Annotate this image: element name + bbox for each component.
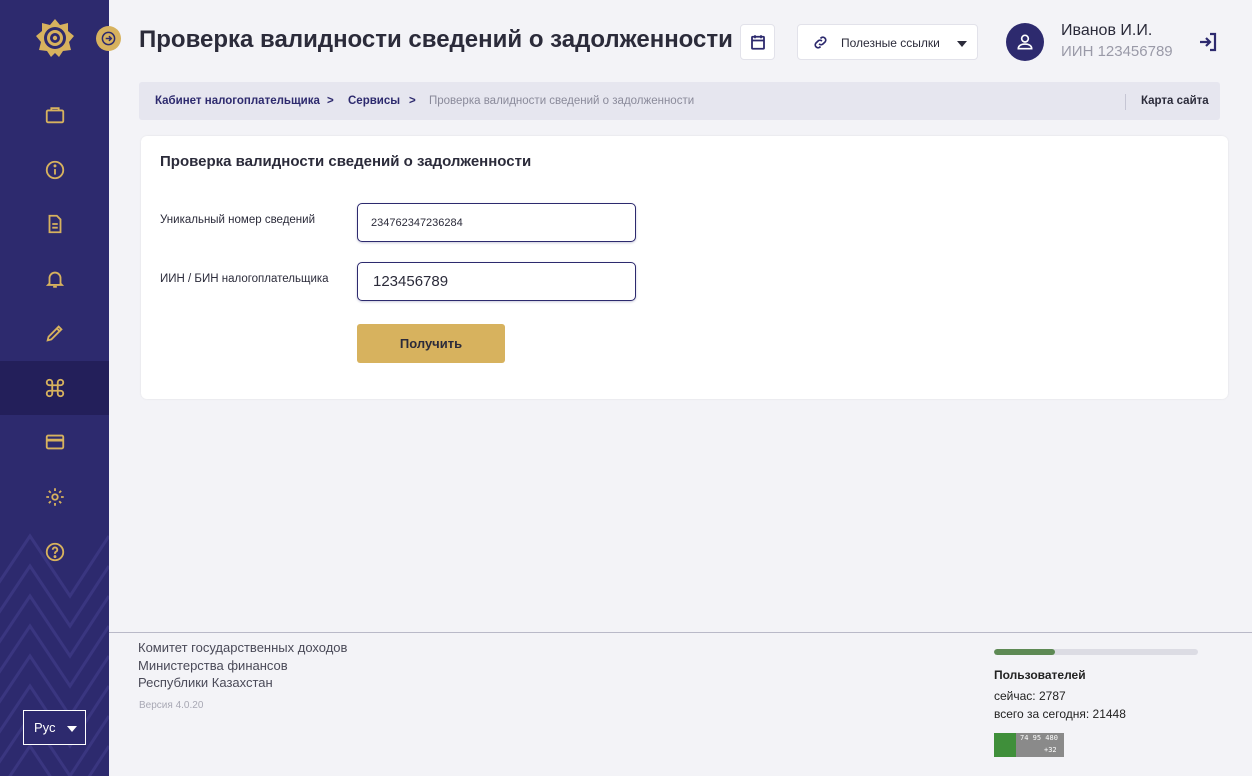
card-icon	[45, 434, 64, 450]
visitor-counter-badge[interactable]: 74 95 480 +32	[994, 733, 1064, 757]
chevron-down-icon	[957, 41, 967, 47]
footer-org-line: Республики Казахстан	[138, 675, 273, 690]
logout-icon	[1200, 32, 1217, 52]
sidebar: Рус	[0, 0, 109, 776]
unique-number-input[interactable]	[357, 203, 636, 242]
breadcrumb-item-current: Проверка валидности сведений о задолженн…	[429, 95, 695, 107]
page-title: Проверка валидности сведений о задолженн…	[139, 26, 733, 53]
help-icon	[45, 542, 64, 562]
sidebar-item-cabinet[interactable]	[0, 88, 109, 142]
sidebar-item-notifications[interactable]	[0, 252, 109, 306]
briefcase-icon	[45, 107, 64, 124]
breadcrumb-separator: >	[327, 95, 334, 107]
users-progress-bar	[994, 649, 1198, 655]
users-progress-fill	[994, 649, 1056, 655]
counter-logo-icon	[994, 733, 1016, 757]
users-today: всего за сегодня: 21448	[994, 707, 1126, 721]
unique-number-label: Уникальный номер сведений	[160, 214, 315, 226]
card-title: Проверка валидности сведений о задолженн…	[160, 153, 532, 170]
sidebar-item-services[interactable]	[0, 361, 109, 415]
breadcrumb-divider	[1125, 94, 1126, 110]
emblem-logo	[36, 19, 74, 57]
users-title: Пользователей	[994, 668, 1086, 682]
iin-input[interactable]	[357, 262, 636, 301]
breadcrumb: Кабинет налогоплательщика > Сервисы > Пр…	[139, 82, 1220, 120]
calendar-button[interactable]	[740, 24, 775, 60]
arrow-right-circle-icon	[101, 31, 116, 46]
counter-line: 74 95 480	[1020, 734, 1058, 742]
logout-button[interactable]	[1196, 30, 1220, 54]
chevron-down-icon	[67, 726, 77, 732]
footer-org-line: Комитет государственных доходов	[138, 640, 348, 655]
gear-icon	[45, 488, 64, 506]
calendar-icon	[750, 35, 765, 50]
iin-label: ИИН / БИН налогоплательщика	[160, 273, 329, 285]
sitemap-link[interactable]: Карта сайта	[1141, 95, 1209, 107]
document-icon	[48, 214, 61, 234]
sidebar-item-info[interactable]	[0, 143, 109, 197]
useful-links-label: Полезные ссылки	[841, 36, 940, 50]
submit-button[interactable]: Получить	[357, 324, 505, 363]
language-select[interactable]: Рус	[23, 710, 86, 745]
user-icon	[1017, 34, 1033, 50]
avatar[interactable]	[1006, 23, 1044, 61]
info-icon	[45, 160, 64, 180]
app-version: Версия 4.0.20	[139, 700, 204, 711]
footer-organization: Комитет государственных доходов Министер…	[138, 639, 347, 692]
footer-org-line: Министерства финансов	[138, 657, 288, 673]
breadcrumb-item-services[interactable]: Сервисы	[348, 95, 400, 107]
link-icon	[814, 36, 827, 49]
sidebar-item-documents[interactable]	[0, 197, 109, 251]
users-now: сейчас: 2787	[994, 689, 1066, 703]
pencil-icon	[45, 325, 63, 342]
breadcrumb-separator: >	[409, 95, 416, 107]
counter-line: +32	[1044, 746, 1057, 754]
sidebar-item-edit[interactable]	[0, 306, 109, 360]
user-iin: ИИН 123456789	[1061, 43, 1173, 60]
command-icon	[45, 378, 64, 398]
sidebar-item-payments[interactable]	[0, 415, 109, 469]
user-name: Иванов И.И.	[1061, 22, 1153, 39]
footer: Комитет государственных доходов Министер…	[109, 632, 1252, 776]
useful-links-dropdown[interactable]: Полезные ссылки	[797, 24, 978, 60]
sidebar-item-help[interactable]	[0, 525, 109, 579]
validity-check-card: Проверка валидности сведений о задолженн…	[141, 136, 1228, 399]
sidebar-item-settings[interactable]	[0, 470, 109, 524]
language-label: Рус	[34, 720, 56, 735]
breadcrumb-item-cabinet[interactable]: Кабинет налогоплательщика	[155, 95, 320, 107]
sidebar-toggle-button[interactable]	[96, 26, 121, 51]
bell-icon	[45, 271, 64, 288]
